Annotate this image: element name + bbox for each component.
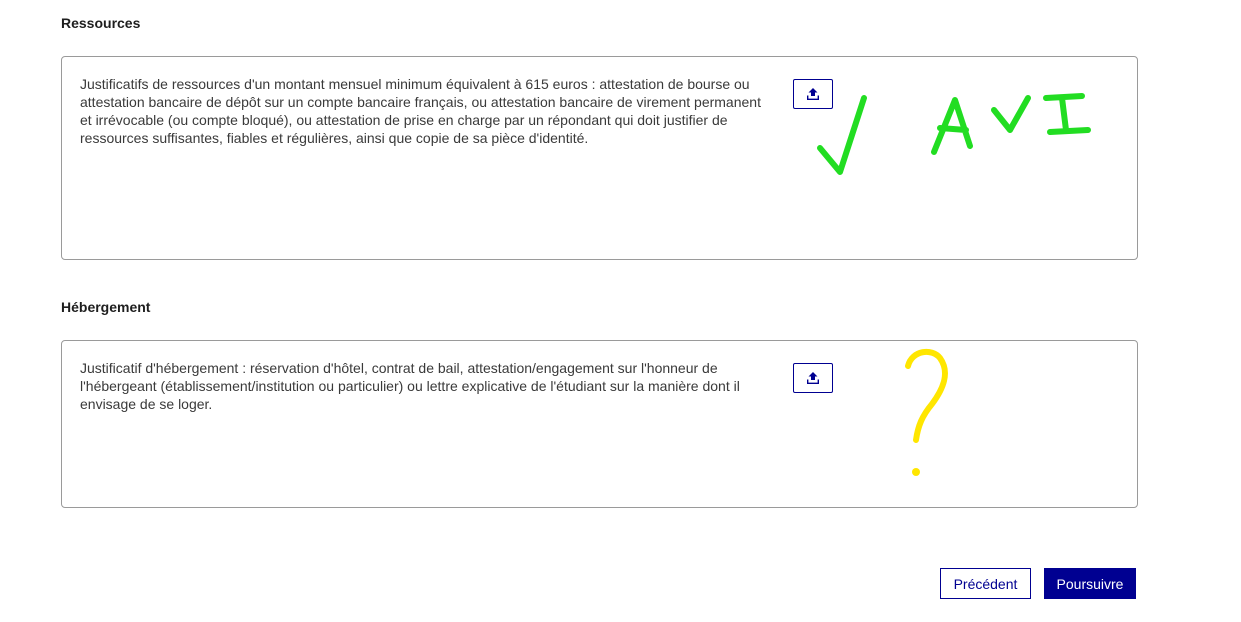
section-title-ressources: Ressources: [61, 15, 141, 31]
checkmark-icon: [817, 95, 867, 175]
document-description-ressources: Justificatifs de ressources d'un montant…: [80, 76, 761, 146]
page: Ressources Justificatifs de ressources d…: [0, 0, 1241, 622]
handwritten-letter-v: [991, 95, 1031, 133]
document-description-hebergement: Justificatif d'hébergement : réservation…: [80, 360, 740, 412]
upload-button-hebergement[interactable]: [793, 363, 833, 393]
continue-button[interactable]: Poursuivre: [1044, 568, 1136, 599]
handwritten-letter-a: [931, 97, 973, 155]
document-card-hebergement: Justificatif d'hébergement : réservation…: [61, 340, 1138, 508]
upload-icon: [807, 372, 819, 384]
previous-button[interactable]: Précédent: [940, 568, 1031, 599]
handwritten-question-mark-annotation: [905, 348, 949, 476]
section-title-hebergement: Hébergement: [61, 299, 151, 315]
handwritten-letter-i: [1043, 93, 1091, 135]
handwritten-check-annotation: [817, 93, 1091, 175]
